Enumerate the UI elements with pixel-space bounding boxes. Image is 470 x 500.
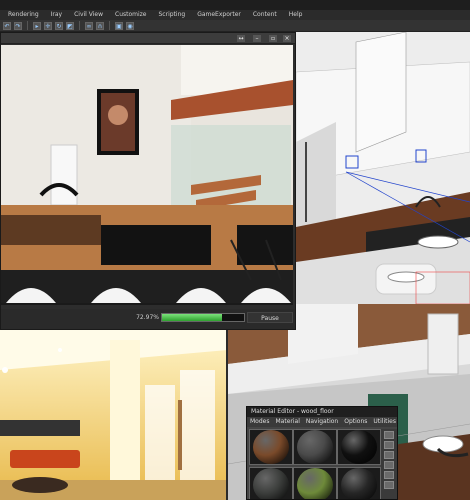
- render-progress-bar: [161, 313, 245, 322]
- render-icon[interactable]: ◉: [126, 21, 134, 30]
- menu-iray[interactable]: Iray: [45, 10, 68, 20]
- video-color-check-icon[interactable]: [384, 471, 394, 479]
- material-editor-menu: Modes Material Navigation Options Utilit…: [247, 417, 397, 427]
- render-scene: [1, 45, 293, 303]
- link-icon[interactable]: ∞: [85, 21, 93, 30]
- maximize-icon[interactable]: ▫: [269, 35, 277, 42]
- render-status-bar: 72.97% Pause: [1, 309, 295, 329]
- me-menu-material[interactable]: Material: [272, 417, 302, 427]
- bottom-left-scene: [0, 330, 226, 500]
- grey-sphere: [253, 468, 289, 499]
- menu-civil-view[interactable]: Civil View: [68, 10, 109, 20]
- restore-icon[interactable]: ↔: [237, 35, 245, 42]
- render-frame-window: ↔ – ▫ × 72.97% Pause: [0, 32, 296, 330]
- scale-icon[interactable]: ◩: [66, 21, 74, 30]
- select-icon[interactable]: ▸: [33, 21, 41, 30]
- material-slot-3[interactable]: [337, 429, 381, 465]
- toolbar-separator: [79, 21, 80, 30]
- undo-icon[interactable]: ↶: [3, 21, 11, 30]
- material-slot-2[interactable]: [293, 429, 337, 465]
- redo-icon[interactable]: ↷: [14, 21, 22, 30]
- wood-sphere: [253, 430, 289, 464]
- minimize-icon[interactable]: –: [253, 35, 261, 42]
- main-toolbar: ↶ ↷ ▸ ✛ ↻ ◩ ∞ ∩ ▣ ◉: [0, 20, 470, 32]
- render-window-titlebar[interactable]: ↔ – ▫ ×: [1, 33, 295, 44]
- progress-fill: [162, 314, 222, 321]
- material-slot-5[interactable]: [293, 467, 337, 499]
- snap-icon[interactable]: ∩: [96, 21, 104, 30]
- material-slot-6[interactable]: [337, 467, 381, 499]
- viewport-perspective-right[interactable]: [296, 32, 470, 304]
- material-slot-1[interactable]: [249, 429, 293, 465]
- material-editor-window: Material Editor - wood_floor Modes Mater…: [246, 406, 398, 500]
- render-setup-icon[interactable]: ▣: [115, 21, 123, 30]
- toolbar-separator: [109, 21, 110, 30]
- backlight-icon[interactable]: [384, 441, 394, 449]
- menu-rendering[interactable]: Rendering: [2, 10, 45, 20]
- me-menu-utilities[interactable]: Utilities: [370, 417, 397, 427]
- menu-content[interactable]: Content: [247, 10, 283, 20]
- black-sphere: [341, 430, 377, 464]
- menu-customize[interactable]: Customize: [109, 10, 153, 20]
- menu-gameexporter[interactable]: GameExporter: [191, 10, 247, 20]
- dark-sphere: [341, 468, 377, 499]
- viewport-right-scene: [296, 32, 470, 304]
- me-menu-options[interactable]: Options: [341, 417, 370, 427]
- toolbar-separator: [27, 21, 28, 30]
- me-menu-navigation[interactable]: Navigation: [303, 417, 341, 427]
- material-slot-4[interactable]: [249, 467, 293, 499]
- plant-sphere: [297, 468, 333, 499]
- dark-grey-sphere: [297, 430, 333, 464]
- menu-help[interactable]: Help: [283, 10, 309, 20]
- close-icon[interactable]: ×: [283, 35, 291, 42]
- menu-scripting[interactable]: Scripting: [153, 10, 192, 20]
- background-icon[interactable]: [384, 451, 394, 459]
- progress-percent: 72.97%: [136, 314, 159, 321]
- move-icon[interactable]: ✛: [44, 21, 52, 30]
- title-bar: [0, 0, 470, 10]
- pause-button[interactable]: Pause: [247, 312, 293, 323]
- menu-bar: Rendering Iray Civil View Customize Scri…: [0, 10, 470, 20]
- sample-type-icon[interactable]: [384, 431, 394, 439]
- me-menu-modes[interactable]: Modes: [247, 417, 272, 427]
- options-icon[interactable]: [384, 481, 394, 489]
- material-editor-title[interactable]: Material Editor - wood_floor: [247, 407, 397, 417]
- uv-tiling-icon[interactable]: [384, 461, 394, 469]
- viewport-bottom-left-render[interactable]: [0, 330, 228, 500]
- render-image: [1, 45, 293, 305]
- material-editor-sidebar: [381, 429, 397, 499]
- rotate-icon[interactable]: ↻: [55, 21, 63, 30]
